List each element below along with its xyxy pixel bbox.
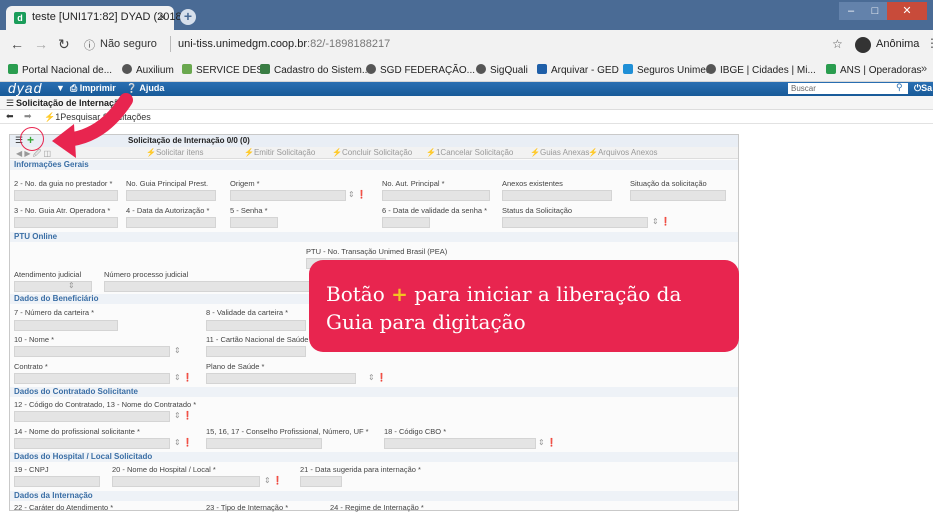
- annotation-arrow: [52, 93, 133, 158]
- annotation-circle: [20, 127, 44, 151]
- callout-text: Botão: [326, 282, 385, 306]
- annotation-callout: Botão + para iniciar a liberação da Guia…: [309, 260, 739, 352]
- callout-line-1: Botão + para iniciar a liberação da: [326, 282, 681, 306]
- callout-plus-icon: +: [391, 282, 408, 306]
- callout-line-2: Guia para digitação: [326, 310, 526, 334]
- callout-text: para iniciar a liberação da: [414, 282, 682, 306]
